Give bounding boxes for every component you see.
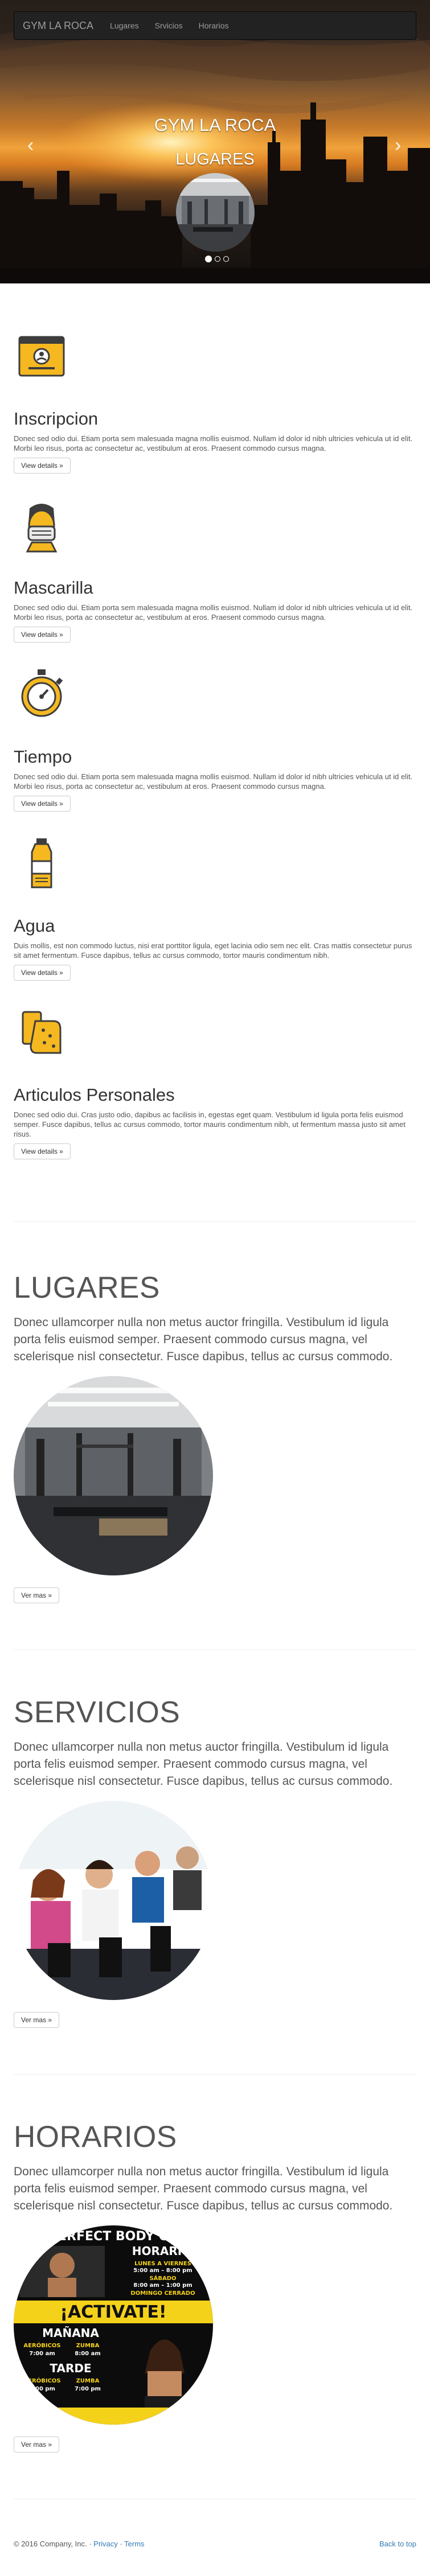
view-details-button[interactable]: View details » [14, 965, 71, 981]
face-mask-icon [26, 504, 58, 553]
poster-activate: ¡ACTIVATE! [60, 2302, 166, 2322]
ver-mas-button-servicios[interactable]: Ver mas » [14, 2012, 60, 2028]
schedule-poster: PERFECT BODY GY HORARIO LUNES A VIERNES … [14, 2225, 213, 2425]
poster-top-text: PERFECT BODY GY [49, 2229, 178, 2244]
hero-title: GYM LA ROCA [154, 115, 276, 135]
nav-item-servicios[interactable]: Srvicios [147, 21, 191, 30]
privacy-link[interactable]: Privacy [93, 2540, 118, 2548]
section-heading: SERVICIOS [14, 1696, 181, 1729]
carousel-next-button[interactable]: › [395, 134, 401, 157]
water-bottle-icon [31, 838, 52, 888]
feature-articulos-personales: Articulos Personales Donec sed odio dui.… [14, 1085, 416, 1159]
feature-text: Donec sed odio dui. Etiam porta sem male… [14, 603, 413, 622]
carousel-prev-button[interactable]: ‹ [27, 134, 34, 157]
view-details-button[interactable]: View details » [14, 458, 71, 474]
feature-tiempo: Tiempo Donec sed odio dui. Etiam porta s… [14, 747, 416, 812]
feature-title: Inscripcion [14, 409, 99, 429]
back-to-top-link[interactable]: Back to top [379, 2540, 416, 2548]
carousel-indicator[interactable] [223, 256, 229, 262]
footer: © 2016 Company, Inc. · Privacy · Terms B… [14, 2540, 416, 2548]
divider [14, 1649, 416, 1650]
divider [14, 1221, 416, 1222]
section-servicios: SERVICIOS Donec ullamcorper nulla non me… [14, 1695, 416, 1790]
poster-tarde: TARDE [50, 2361, 91, 2375]
feature-title: Mascarilla [14, 578, 93, 598]
gym-photo [14, 1376, 213, 1575]
nav-item-horarios[interactable]: Horarios [191, 21, 237, 30]
poster-class: ZUMBA [76, 2378, 100, 2384]
terms-link[interactable]: Terms [124, 2540, 144, 2548]
section-heading: LUGARES [14, 1271, 160, 1305]
section-text: Donec ullamcorper nulla non metus auctor… [14, 1316, 393, 1363]
view-details-button[interactable]: View details » [14, 796, 71, 812]
section-horarios: HORARIOS Donec ullamcorper nulla non met… [14, 2120, 416, 2215]
section-text: Donec ullamcorper nulla non metus auctor… [14, 2165, 393, 2212]
chevron-right-icon: › [395, 134, 402, 156]
feature-text: Donec sed odio dui. Etiam porta sem male… [14, 772, 413, 791]
feature-agua: Agua Duis mollis, est non commodo luctus… [14, 916, 416, 981]
footer-left: © 2016 Company, Inc. · Privacy · Terms [14, 2540, 145, 2548]
poster-class-time: 7:00 am [29, 2351, 55, 2357]
copyright-text: © 2016 Company, Inc. [14, 2540, 87, 2548]
hero-carousel: GYM LA ROCA LUGARES ‹ › [0, 0, 430, 283]
feature-text: Donec sed odio dui. Etiam porta sem male… [14, 434, 413, 452]
spinning-class-photo [14, 1801, 213, 2000]
poster-class-time: 8:00 am [75, 2351, 101, 2357]
ver-mas-button-lugares[interactable]: Ver mas » [14, 1587, 60, 1603]
poster-class: AERÓBICOS [23, 2342, 60, 2349]
poster-manana: MAÑANA [42, 2326, 99, 2340]
carousel-indicator[interactable] [215, 256, 220, 262]
section-lugares: LUGARES Donec ullamcorper nulla non metu… [14, 1270, 416, 1365]
ver-mas-button-horarios[interactable]: Ver mas » [14, 2437, 60, 2452]
top-navbar: GYM LA ROCA Lugares Srvicios Horarios [14, 11, 416, 40]
feature-text: Donec sed odio dui. Cras justo odio, dap… [14, 1110, 406, 1138]
feature-title: Articulos Personales [14, 1085, 175, 1105]
stopwatch-icon [21, 669, 63, 717]
poster-class: ZUMBA [76, 2343, 100, 2349]
separator-dot: · [89, 2540, 92, 2548]
poster-horario: HORARIO [132, 2244, 191, 2258]
section-heading: HORARIOS [14, 2120, 177, 2154]
feature-mascarilla: Mascarilla Donec sed odio dui. Etiam por… [14, 578, 416, 643]
feature-title: Tiempo [14, 747, 72, 767]
poster-line: SÁBADO [149, 2274, 176, 2282]
view-details-button[interactable]: View details » [14, 1143, 71, 1159]
poster-class-time: 7:00 pm [75, 2386, 101, 2392]
feature-title: Agua [14, 916, 55, 936]
carousel-indicator[interactable] [205, 256, 212, 262]
brand-link[interactable]: GYM LA ROCA [14, 20, 102, 32]
poster-line: LUNES A VIERNES [134, 2261, 191, 2267]
poster-class: AERÓBICOS [23, 2377, 60, 2384]
poster-line: 5:00 am – 8:00 pm [133, 2268, 192, 2274]
towel-icon [22, 1011, 62, 1054]
divider [14, 2074, 416, 2075]
carousel-indicators [205, 256, 229, 262]
gym-interior-photo [176, 173, 255, 252]
poster-line: 8:00 am – 1:00 pm [133, 2282, 192, 2289]
hero-subtitle: LUGARES [175, 150, 255, 168]
feature-text: Duis mollis, est non commodo luctus, nis… [14, 941, 412, 960]
nav-item-lugares[interactable]: Lugares [102, 21, 147, 30]
view-details-button[interactable]: View details » [14, 627, 71, 643]
feature-inscripcion: Inscripcion Donec sed odio dui. Etiam po… [14, 409, 416, 474]
section-text: Donec ullamcorper nulla non metus auctor… [14, 1740, 393, 1788]
id-card-icon [18, 336, 65, 377]
separator-dot: · [120, 2540, 122, 2548]
poster-class-time: 6:00 pm [29, 2386, 55, 2392]
poster-line: DOMINGO CERRADO [130, 2290, 195, 2297]
chevron-left-icon: ‹ [27, 134, 34, 156]
